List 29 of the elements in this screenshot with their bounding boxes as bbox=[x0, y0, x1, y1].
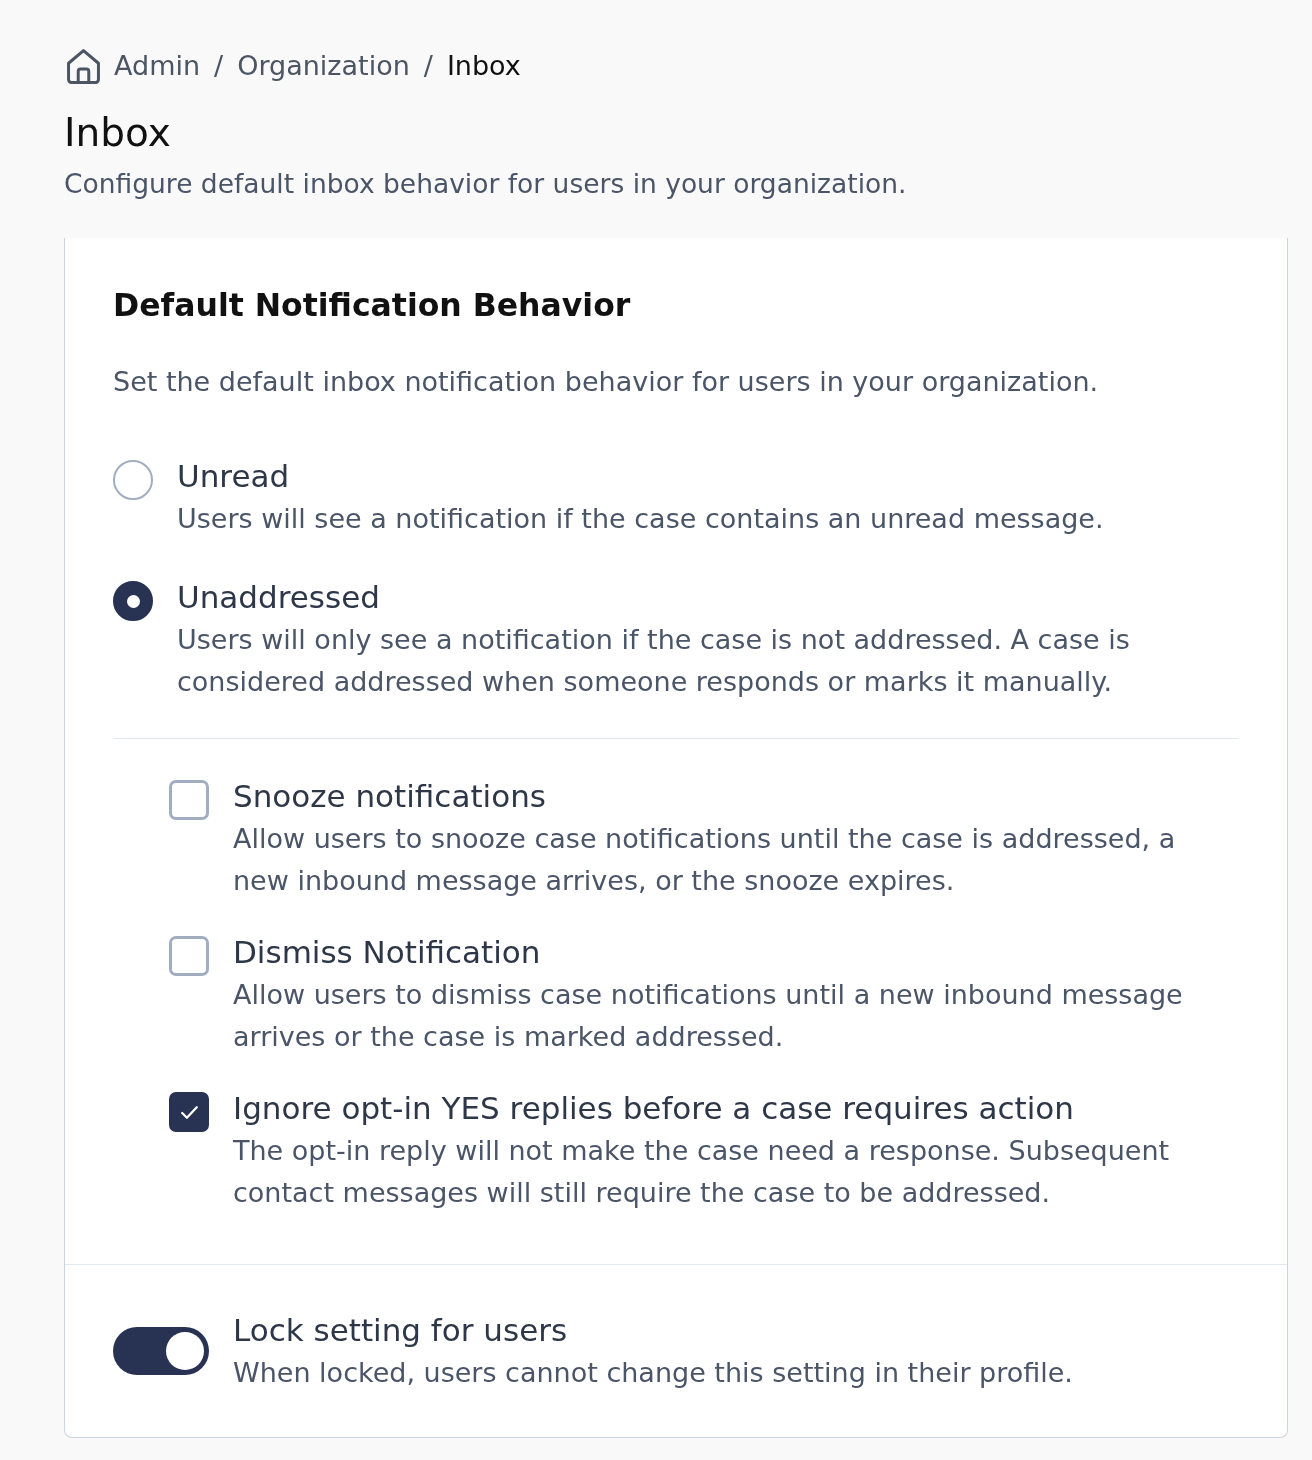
radio-button[interactable] bbox=[113, 581, 153, 621]
checkbox-label[interactable]: Snooze notifications bbox=[233, 774, 1239, 818]
checkbox[interactable] bbox=[169, 936, 209, 976]
option-description: Users will only see a notification if the case is not addressed. A case is considered addressed when someone responds or marks it manually. bbox=[177, 623, 1131, 699]
page-subtitle: Configure default inbox behavior for users in your organization. bbox=[64, 167, 908, 201]
toggle-description: When locked, users cannot change this setting in their profile. bbox=[233, 1356, 1074, 1390]
toggle-switch[interactable] bbox=[113, 1327, 209, 1375]
home-icon[interactable] bbox=[66, 48, 101, 84]
breadcrumb-link[interactable]: Admin bbox=[114, 44, 201, 88]
radio-button[interactable] bbox=[113, 460, 153, 500]
check-icon bbox=[180, 1105, 198, 1119]
checkbox-description: The opt-in reply will not make the case need a response. Subsequent contact messages will still require the case to be addressed. bbox=[233, 1134, 1171, 1210]
breadcrumb-separator: / bbox=[214, 49, 224, 83]
section-description: Set the default inbox notification behavior for users in your organization. bbox=[113, 365, 1100, 399]
breadcrumb-link[interactable]: Organization bbox=[237, 44, 410, 88]
checkbox-description: Allow users to snooze case notifications until the case is addressed, a new inbound message arrives, or the snooze expires. bbox=[233, 822, 1177, 898]
breadcrumb-separator: / bbox=[423, 49, 433, 83]
option-label[interactable]: Unaddressed bbox=[177, 575, 1239, 619]
checkbox-label[interactable]: Ignore opt-in YES replies before a case requires action bbox=[233, 1086, 1239, 1130]
section-title: Default Notification Behavior bbox=[113, 286, 632, 325]
page-title: Inbox bbox=[64, 109, 172, 157]
option-label[interactable]: Unread bbox=[177, 454, 1239, 498]
checkbox[interactable] bbox=[169, 780, 209, 820]
toggle-label[interactable]: Lock setting for users bbox=[233, 1308, 1239, 1352]
option-description: Users will see a notification if the case contains an unread message. bbox=[177, 502, 1105, 536]
current-page-label: Inbox bbox=[446, 49, 521, 83]
checkbox-label[interactable]: Dismiss Notification bbox=[233, 930, 1239, 974]
checkbox-description: Allow users to dismiss case notifications until a new inbound message arrives or the case is marked addressed. bbox=[233, 978, 1184, 1054]
checkbox[interactable] bbox=[169, 1092, 209, 1132]
